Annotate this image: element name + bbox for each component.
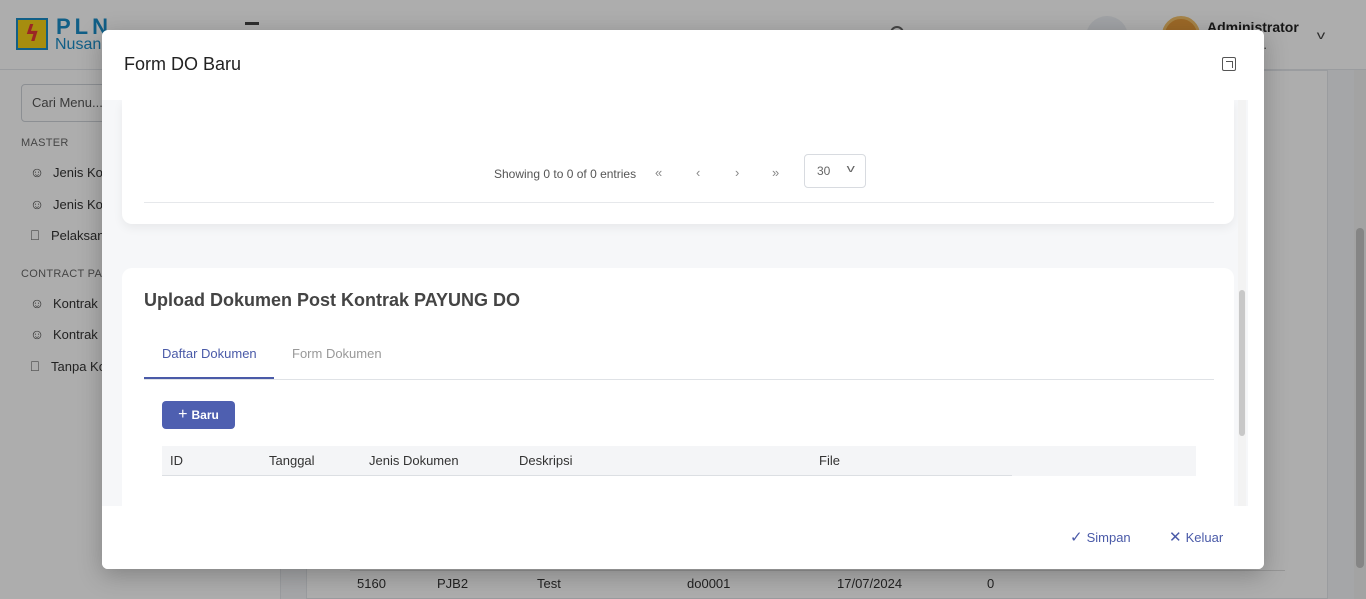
plus-icon: + (178, 406, 188, 423)
page-size-value: 30 (817, 164, 831, 178)
exit-button[interactable]: ✕ Keluar (1169, 528, 1223, 546)
tab-daftar-dokumen[interactable]: Daftar Dokumen (162, 346, 257, 361)
close-icon: ✕ (1169, 529, 1182, 546)
active-tab-indicator (144, 377, 274, 379)
page-size-select[interactable]: 30 v (804, 154, 866, 188)
modal-scrollbar-thumb[interactable] (1239, 290, 1245, 436)
section-title: Upload Dokumen Post Kontrak PAYUNG DO (144, 290, 521, 310)
column-header[interactable]: Tanggal (269, 453, 315, 468)
exit-label: Keluar (1185, 529, 1224, 545)
column-header[interactable]: Deskripsi (519, 453, 572, 468)
divider (162, 475, 1012, 476)
pagination: Showing 0 to 0 of 0 entries « ‹ › » 30 v (122, 154, 1234, 190)
modal-body: Showing 0 to 0 of 0 entries « ‹ › » 30 v… (102, 100, 1248, 506)
entries-card: Showing 0 to 0 of 0 entries « ‹ › » 30 v (122, 100, 1234, 224)
modal-title: Form DO Baru (124, 54, 242, 74)
first-page-button[interactable]: « (655, 165, 662, 180)
tab-form-dokumen[interactable]: Form Dokumen (292, 346, 382, 361)
add-document-label: Baru (191, 408, 219, 422)
save-label: Simpan (1086, 529, 1131, 545)
column-header[interactable]: ID (170, 453, 183, 468)
column-header[interactable]: Jenis Dokumen (369, 453, 459, 468)
check-icon: ✓ (1070, 529, 1083, 546)
modal-footer: ✓ Simpan ✕ Keluar (102, 506, 1264, 569)
add-document-button[interactable]: + Baru (162, 401, 235, 429)
last-page-button[interactable]: » (772, 165, 779, 180)
chevron-down-icon: v (846, 163, 855, 175)
save-button[interactable]: ✓ Simpan (1070, 528, 1131, 546)
divider (144, 202, 1214, 203)
tab-bar: Daftar Dokumen Form Dokumen (144, 334, 1214, 380)
prev-page-button[interactable]: ‹ (696, 165, 700, 180)
upload-card: Upload Dokumen Post Kontrak PAYUNG DO Da… (122, 268, 1234, 506)
form-do-modal: Form DO Baru Showing 0 to 0 of 0 entries… (102, 30, 1264, 569)
column-header[interactable]: File (819, 453, 840, 468)
next-page-button[interactable]: › (735, 165, 739, 180)
expand-icon[interactable] (1222, 57, 1236, 71)
pagination-info: Showing 0 to 0 of 0 entries (494, 167, 637, 181)
documents-table-header: ID Tanggal Jenis Dokumen Deskripsi File (162, 446, 1196, 476)
